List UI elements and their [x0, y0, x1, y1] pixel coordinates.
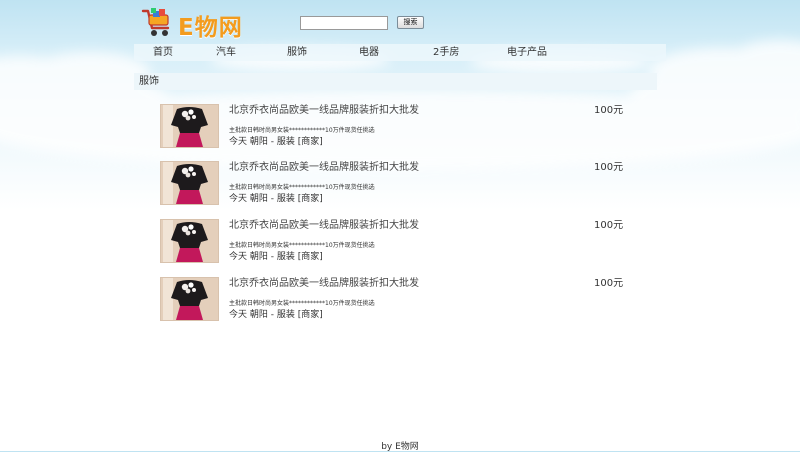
dress-image: [161, 105, 218, 147]
product-thumbnail[interactable]: [160, 161, 219, 205]
page: { "header": { "logo_text": "E物网", "searc…: [0, 0, 800, 452]
list-item[interactable]: 北京乔衣尚品欧美一线品牌服装折扣大批发 100元 主批款日韩时尚男女装*****…: [160, 161, 630, 207]
listing-title[interactable]: 北京乔衣尚品欧美一线品牌服装折扣大批发: [229, 277, 419, 290]
listing-price: 100元: [594, 278, 624, 289]
listing-description: 主批款日韩时尚男女装************10万件现货任挑选: [229, 184, 375, 191]
list-item[interactable]: 北京乔衣尚品欧美一线品牌服装折扣大批发 100元 主批款日韩时尚男女装*****…: [160, 219, 630, 265]
listing-list: 北京乔衣尚品欧美一线品牌服装折扣大批发 100元 主批款日韩时尚男女装*****…: [0, 0, 800, 451]
listing-title[interactable]: 北京乔衣尚品欧美一线品牌服装折扣大批发: [229, 219, 419, 232]
listing-description: 主批款日韩时尚男女装************10万件现货任挑选: [229, 242, 375, 249]
listing-price: 100元: [594, 162, 624, 173]
listing-title[interactable]: 北京乔衣尚品欧美一线品牌服装折扣大批发: [229, 161, 419, 174]
product-thumbnail[interactable]: [160, 104, 219, 148]
listing-description: 主批款日韩时尚男女装************10万件现货任挑选: [229, 300, 375, 307]
listing-meta: 今天 朝阳 - 服装 [商家]: [229, 252, 323, 262]
listing-meta: 今天 朝阳 - 服装 [商家]: [229, 310, 323, 320]
listing-title[interactable]: 北京乔衣尚品欧美一线品牌服装折扣大批发: [229, 104, 419, 117]
listing-meta: 今天 朝阳 - 服装 [商家]: [229, 194, 323, 204]
list-item[interactable]: 北京乔衣尚品欧美一线品牌服装折扣大批发 100元 主批款日韩时尚男女装*****…: [160, 277, 630, 323]
listing-description: 主批款日韩时尚男女装************10万件现货任挑选: [229, 127, 375, 134]
product-thumbnail[interactable]: [160, 277, 219, 321]
listing-meta: 今天 朝阳 - 服装 [商家]: [229, 137, 323, 147]
listing-price: 100元: [594, 105, 624, 116]
product-thumbnail[interactable]: [160, 219, 219, 263]
dress-image: [161, 162, 218, 204]
page-footer: by E物网: [0, 439, 800, 452]
list-item[interactable]: 北京乔衣尚品欧美一线品牌服装折扣大批发 100元 主批款日韩时尚男女装*****…: [160, 104, 630, 150]
listing-price: 100元: [594, 220, 624, 231]
dress-image: [161, 278, 218, 320]
dress-image: [161, 220, 218, 262]
